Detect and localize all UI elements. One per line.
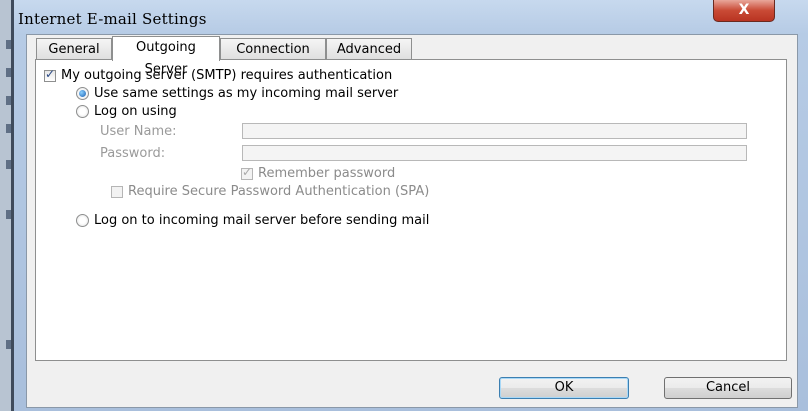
log-on-using-label: Log on using [94, 104, 177, 119]
user-name-field[interactable] [242, 123, 747, 139]
use-same-settings-label: Use same settings as my incoming mail se… [94, 86, 399, 101]
dialog-client-area: General Outgoing Server Connection Advan… [26, 34, 798, 408]
remember-password-checkbox[interactable]: ✓ [241, 164, 253, 180]
log-on-incoming-row[interactable]: Log on to incoming mail server before se… [76, 213, 429, 228]
close-button[interactable]: X [713, 0, 775, 22]
spa-checkbox[interactable] [111, 185, 123, 198]
cancel-button[interactable]: Cancel [664, 377, 792, 399]
close-icon: X [738, 2, 750, 18]
password-field[interactable] [242, 145, 747, 161]
use-same-settings-row[interactable]: Use same settings as my incoming mail se… [76, 86, 398, 101]
background-window-edge [0, 0, 14, 411]
use-same-settings-radio[interactable] [76, 87, 89, 100]
spa-row[interactable]: Require Secure Password Authentication (… [111, 184, 429, 199]
checkmark-icon: ✓ [242, 164, 253, 179]
tab-outgoing-server[interactable]: Outgoing Server [112, 36, 220, 77]
remember-password-row[interactable]: ✓ Remember password [241, 164, 396, 181]
log-on-incoming-label: Log on to incoming mail server before se… [94, 213, 430, 228]
smtp-auth-label: My outgoing server (SMTP) requires authe… [61, 68, 393, 83]
internet-email-settings-dialog: Internet E-mail Settings X General Outgo… [14, 0, 808, 411]
remember-password-label: Remember password [258, 166, 396, 181]
user-name-label: User Name: [100, 124, 177, 139]
tab-advanced[interactable]: Advanced [326, 38, 412, 60]
password-label: Password: [100, 146, 166, 161]
radio-selected-dot [79, 90, 86, 97]
smtp-auth-checkbox[interactable]: ✓ [44, 66, 56, 82]
log-on-using-row[interactable]: Log on using [76, 104, 177, 119]
log-on-using-radio[interactable] [76, 105, 89, 118]
tab-general[interactable]: General [36, 38, 112, 60]
ok-button[interactable]: OK [499, 377, 629, 399]
smtp-auth-row[interactable]: ✓ My outgoing server (SMTP) requires aut… [44, 66, 393, 83]
checkmark-icon: ✓ [45, 66, 56, 81]
outgoing-server-panel: ✓ My outgoing server (SMTP) requires aut… [35, 59, 787, 361]
dialog-title: Internet E-mail Settings [18, 10, 207, 28]
tab-connection[interactable]: Connection [220, 38, 326, 60]
spa-label: Require Secure Password Authentication (… [128, 184, 430, 199]
log-on-incoming-radio[interactable] [76, 214, 89, 227]
